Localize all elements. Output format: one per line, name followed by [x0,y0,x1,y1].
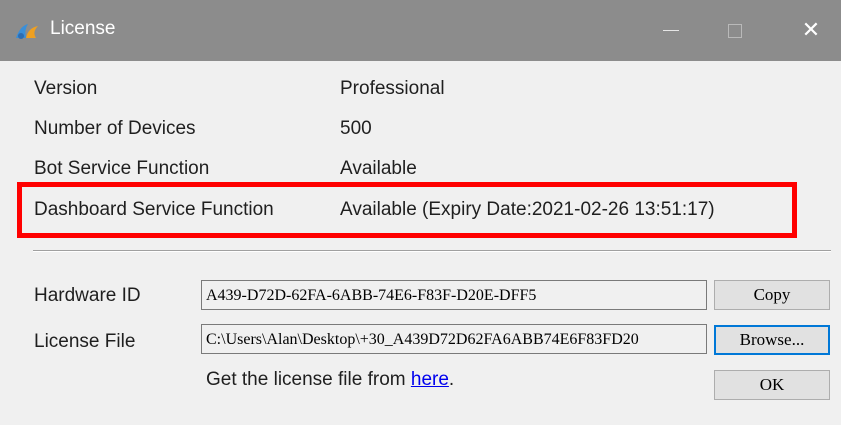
here-link[interactable]: here [411,369,449,390]
hardware-id-label: Hardware ID [34,285,141,306]
minimize-icon [663,30,679,31]
window-title: License [50,18,116,39]
version-value: Professional [340,78,445,99]
bot-service-value: Available [340,158,417,179]
browse-button[interactable]: Browse... [714,325,830,355]
maximize-button[interactable] [704,0,766,61]
devices-value: 500 [340,118,372,139]
app-logo-icon [16,24,38,39]
close-button[interactable]: ✕ [780,0,841,61]
version-label: Version [34,78,98,99]
bot-service-label: Bot Service Function [34,158,210,179]
highlight-box [17,182,797,238]
license-file-label: License File [34,331,136,352]
divider [33,250,831,252]
hint-suffix: . [448,369,455,390]
license-hint: Get the license file from here. [206,369,454,391]
maximize-icon [728,23,742,38]
copy-button[interactable]: Copy [714,280,830,310]
minimize-button[interactable] [640,0,702,61]
hardware-id-field[interactable]: A439-D72D-62FA-6ABB-74E6-F83F-D20E-DFF5 [201,280,707,310]
close-icon: ✕ [801,18,821,43]
devices-label: Number of Devices [34,118,196,139]
license-file-field[interactable]: C:\Users\Alan\Desktop\+30_A439D72D62FA6A… [201,324,707,354]
hint-text: Get the license file from [206,369,411,390]
ok-button[interactable]: OK [714,370,830,400]
title-bar[interactable]: License ✕ [0,0,841,61]
